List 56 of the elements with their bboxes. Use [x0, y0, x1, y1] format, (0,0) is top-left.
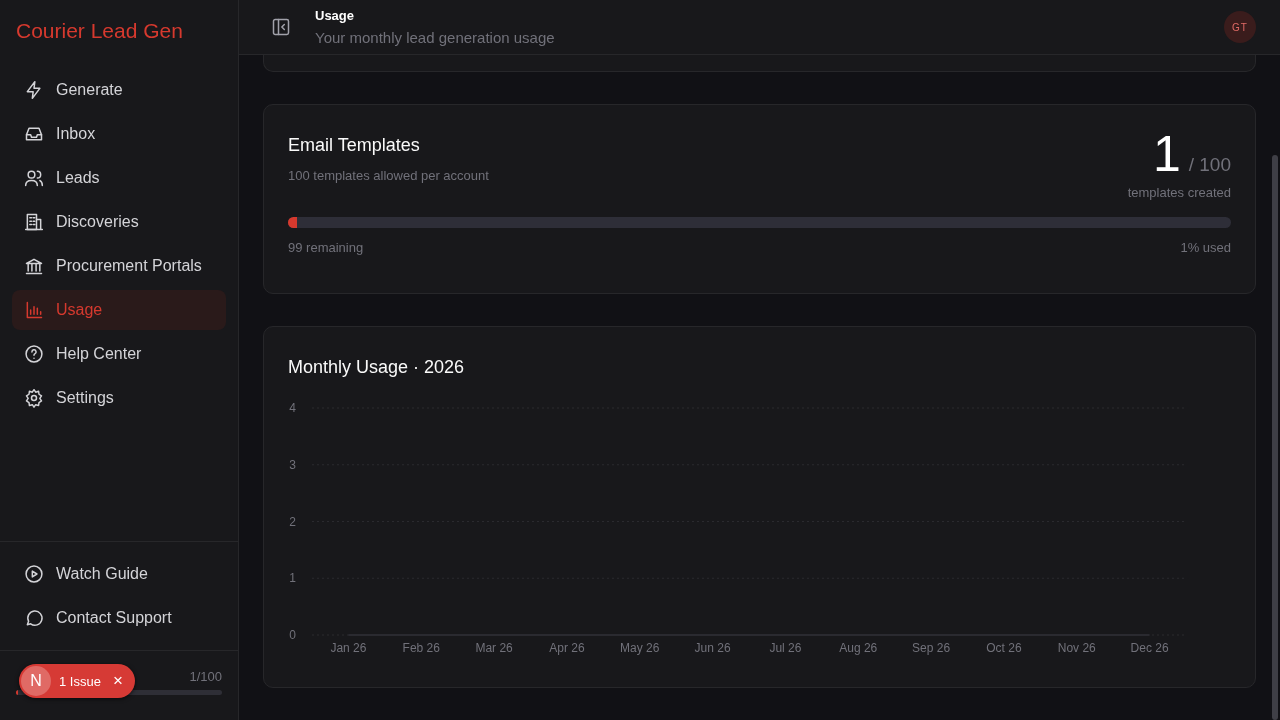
issues-badge[interactable]: N 1 Issue ×: [19, 664, 135, 698]
settings-icon: [24, 388, 44, 408]
play-icon: [24, 564, 44, 584]
axis-label: Nov 26: [1057, 641, 1096, 655]
nav-item[interactable]: Inbox: [12, 114, 226, 154]
page-title: Usage: [315, 8, 356, 23]
card-title: Monthly Usage · 2026: [288, 357, 466, 378]
page-subtitle: Your monthly lead generation usage: [315, 29, 555, 46]
help-icon: [24, 344, 44, 364]
axis-label: Oct 26: [986, 641, 1022, 655]
axis-label: Apr 26: [549, 641, 585, 655]
remaining-text: 99 remaining: [288, 240, 364, 255]
axis-label: 0: [289, 628, 296, 642]
people-icon: [24, 168, 44, 188]
count-caption: templates created: [1127, 185, 1231, 200]
axis-label: Jun 26: [694, 641, 731, 655]
user-avatar[interactable]: GT: [1224, 11, 1256, 43]
axis-label: Feb 26: [402, 641, 440, 655]
bank-icon: [24, 256, 44, 276]
card-title: Email Templates: [288, 135, 421, 156]
logo-icon: N: [21, 666, 51, 696]
axis-label: Jul 26: [769, 641, 802, 655]
inbox-icon: [24, 124, 44, 144]
issues-label: 1 Issue: [59, 673, 101, 689]
sidebar-toggle-icon: [271, 17, 291, 37]
axis-label: Dec 26: [1130, 641, 1169, 655]
nav-item[interactable]: Settings: [12, 378, 226, 418]
axis-label: 1: [289, 571, 296, 586]
nav-item[interactable]: Watch Guide: [12, 554, 226, 594]
building-icon: [24, 212, 44, 232]
axis-label: 4: [289, 401, 296, 415]
axis-label: Jan 26: [330, 641, 367, 655]
used-text: 1% used: [1180, 240, 1231, 255]
nav-item[interactable]: Usage: [12, 290, 226, 330]
nav-item[interactable]: Help Center: [12, 334, 226, 374]
nav-item[interactable]: Leads: [12, 158, 226, 198]
axis-label: Aug 26: [839, 641, 878, 655]
chat-icon: [24, 608, 44, 628]
axis-label: Mar 26: [475, 641, 513, 655]
template-count: 1: [1152, 127, 1181, 181]
close-icon[interactable]: ×: [112, 671, 123, 691]
axis-label: Sep 26: [912, 641, 951, 655]
template-limit: / 100: [1188, 154, 1231, 176]
nav-item[interactable]: Discoveries: [12, 202, 226, 242]
nav-item[interactable]: Procurement Portals: [12, 246, 226, 286]
scrollbar[interactable]: [1272, 155, 1278, 720]
axis-label: 2: [289, 514, 296, 529]
bar-chart-icon: [24, 300, 44, 320]
axis-label: 3: [289, 457, 296, 472]
nav-item[interactable]: Generate: [12, 70, 226, 110]
lightning-icon: [24, 80, 44, 100]
app-title: Courier Lead Gen: [15, 18, 184, 44]
nav-item[interactable]: Contact Support: [12, 598, 226, 638]
axis-label: May 26: [620, 641, 660, 655]
usage-count: 1/100: [189, 669, 222, 684]
card-subtitle: 100 templates allowed per account: [288, 168, 489, 183]
